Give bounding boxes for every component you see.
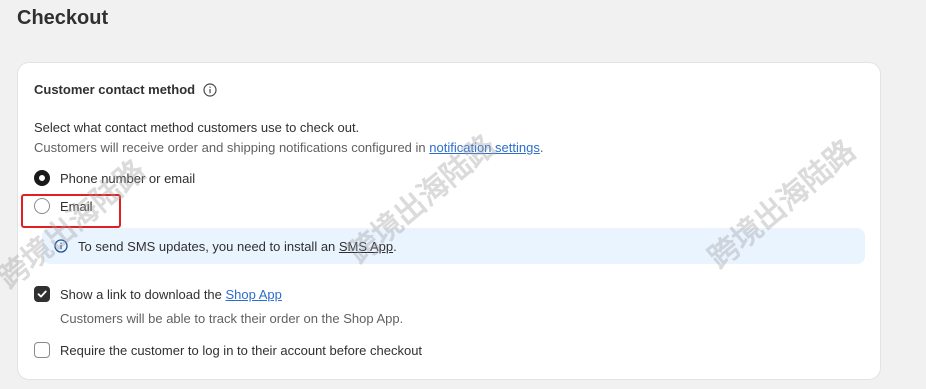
radio-phone-or-email-label: Phone number or email [60, 170, 196, 186]
shop-app-label-prefix: Show a link to download the [60, 286, 226, 302]
card-heading: Customer contact method [34, 82, 217, 97]
card-heading-text: Customer contact method [34, 82, 196, 97]
sms-banner-text: To send SMS updates, you need to install… [78, 239, 397, 254]
sms-banner-prefix: To send SMS updates, you need to install… [78, 238, 339, 254]
radio-phone-or-email[interactable]: Phone number or email [34, 170, 195, 186]
shop-app-checkbox-row[interactable]: Show a link to download the Shop App [34, 286, 282, 302]
sms-app-link[interactable]: SMS App [339, 239, 393, 254]
notification-note-suffix: . [539, 140, 544, 155]
shop-app-link[interactable]: Shop App [226, 287, 282, 302]
shop-app-help-text: Customers will be able to track their or… [60, 311, 404, 326]
checkout-page: Checkout Customer contact method Select … [0, 0, 926, 389]
require-login-checkbox[interactable] [34, 342, 50, 358]
sms-banner-suffix: . [393, 238, 397, 254]
notification-note: Customers will receive order and shippin… [34, 140, 543, 155]
info-icon[interactable] [203, 82, 217, 97]
require-login-label: Require the customer to log in to their … [60, 342, 423, 358]
shop-app-label: Show a link to download the Shop App [60, 287, 282, 302]
notification-note-prefix: Customers will receive order and shippin… [34, 140, 430, 155]
notification-settings-link[interactable]: notification settings [429, 140, 540, 155]
sms-info-banner: To send SMS updates, you need to install… [42, 228, 865, 264]
checkmark-icon [37, 290, 47, 298]
radio-button-selected[interactable] [34, 170, 50, 186]
highlight-annotation-box [21, 194, 121, 228]
require-login-checkbox-row[interactable]: Require the customer to log in to their … [34, 342, 422, 358]
shop-app-checkbox[interactable] [34, 286, 50, 302]
contact-method-card: Customer contact method Select what cont… [17, 62, 881, 380]
page-title: Checkout [17, 7, 109, 29]
info-icon [54, 239, 68, 253]
contact-method-description: Select what contact method customers use… [34, 120, 360, 135]
